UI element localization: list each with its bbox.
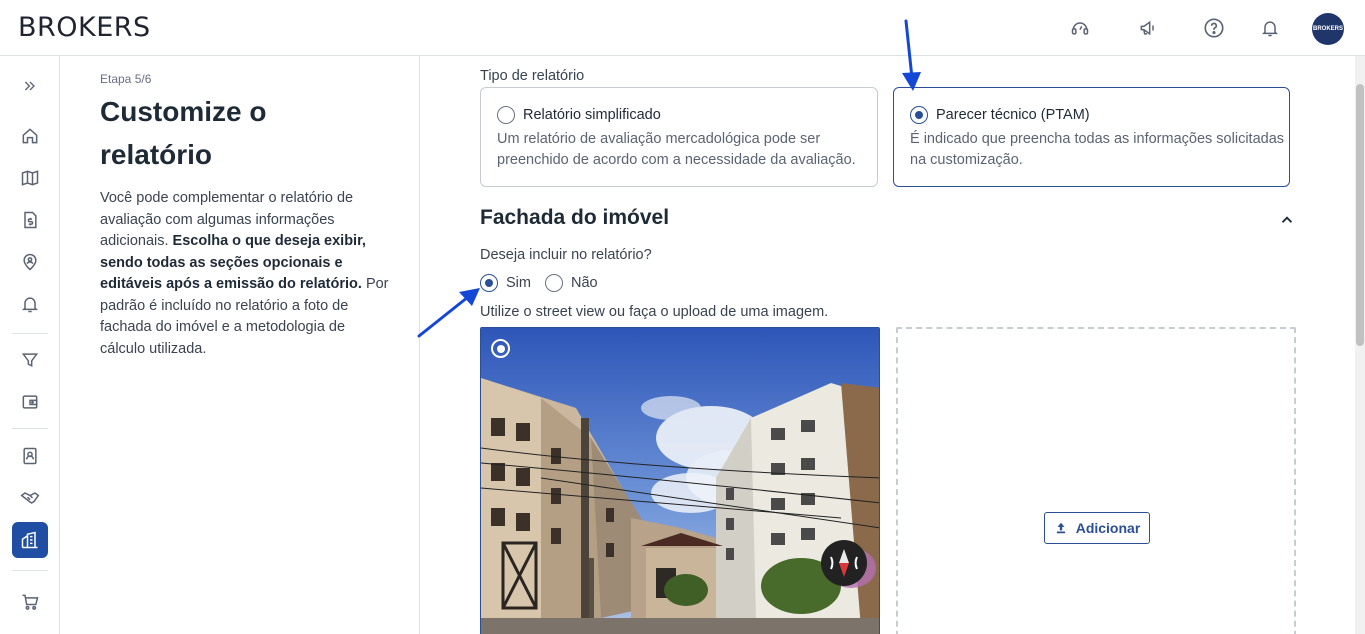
street-view-photo[interactable]	[480, 327, 880, 634]
photo-select-radio[interactable]	[491, 339, 510, 358]
avatar[interactable]: BROKERS	[1312, 13, 1344, 45]
cart-icon[interactable]	[12, 584, 48, 620]
brokers-logo[interactable]: BROKERS	[18, 12, 151, 43]
bell-icon[interactable]	[1256, 14, 1284, 42]
nav-bell-icon[interactable]	[12, 286, 48, 322]
support-icon[interactable]	[1066, 14, 1094, 42]
filter-icon[interactable]	[12, 342, 48, 378]
option-yes[interactable]: Sim	[480, 274, 531, 292]
section-title: Fachada do imóvel	[480, 206, 670, 229]
chevron-up-icon[interactable]	[1278, 211, 1296, 229]
option-no[interactable]: Não	[545, 274, 598, 292]
contact-card-icon[interactable]	[12, 438, 48, 474]
option-title: Parecer técnico (PTAM)	[936, 107, 1090, 123]
step-indicator: Etapa 5/6	[100, 72, 152, 86]
map-icon[interactable]	[12, 160, 48, 196]
report-type-label: Tipo de relatório	[480, 68, 585, 84]
nav-divider	[12, 333, 48, 334]
annotation-arrow-down	[902, 19, 921, 91]
buildings-icon[interactable]	[12, 522, 48, 558]
option-yes-label: Sim	[506, 275, 531, 291]
include-question: Deseja incluir no relatório?	[480, 247, 652, 263]
radio-ptam[interactable]	[910, 106, 928, 124]
option-description: É indicado que preencha todas as informa…	[910, 131, 1285, 168]
add-image-label: Adicionar	[1075, 520, 1141, 536]
home-icon[interactable]	[12, 118, 48, 154]
option-no-label: Não	[571, 275, 598, 291]
upload-dropzone[interactable]: Adicionar	[896, 327, 1296, 634]
document-dollar-icon[interactable]	[12, 202, 48, 238]
megaphone-icon[interactable]	[1134, 14, 1162, 42]
upload-hint: Utilize o street view ou faça o upload d…	[480, 304, 829, 320]
nav-divider	[12, 428, 48, 429]
side-navigation	[0, 56, 60, 634]
nav-divider	[12, 570, 48, 571]
street-view-image	[481, 328, 879, 634]
wallet-icon[interactable]	[12, 384, 48, 420]
page-title: Customize o relatório	[100, 96, 267, 170]
option-description: Um relatório de avaliação mercadológica …	[497, 131, 856, 168]
info-panel: Etapa 5/6 Customize o relatório Você pod…	[60, 56, 420, 634]
expand-icon[interactable]	[12, 68, 48, 104]
scrollbar-thumb[interactable]	[1356, 84, 1364, 346]
handshake-icon[interactable]	[12, 480, 48, 516]
report-option-ptam[interactable]: Parecer técnico (PTAM) É indicado que pr…	[893, 87, 1290, 187]
upload-icon	[1056, 522, 1065, 534]
main-content: Tipo de relatório Relatório simplificado…	[420, 56, 1355, 634]
option-title: Relatório simplificado	[523, 107, 661, 123]
compass-icon[interactable]	[821, 540, 867, 586]
add-image-button[interactable]: Adicionar	[1044, 512, 1150, 544]
help-icon[interactable]	[1200, 14, 1228, 42]
radio-simplified[interactable]	[497, 106, 515, 124]
radio-no[interactable]	[545, 274, 563, 292]
location-person-icon[interactable]	[12, 244, 48, 280]
top-header: BROKERS BROKERS	[0, 0, 1365, 56]
info-description: Você pode complementar o relatório de av…	[100, 188, 390, 360]
report-option-simplified[interactable]: Relatório simplificado Um relatório de a…	[480, 87, 878, 187]
annotation-arrow-diagonal	[417, 288, 480, 338]
avatar-label: BROKERS	[1312, 26, 1343, 32]
